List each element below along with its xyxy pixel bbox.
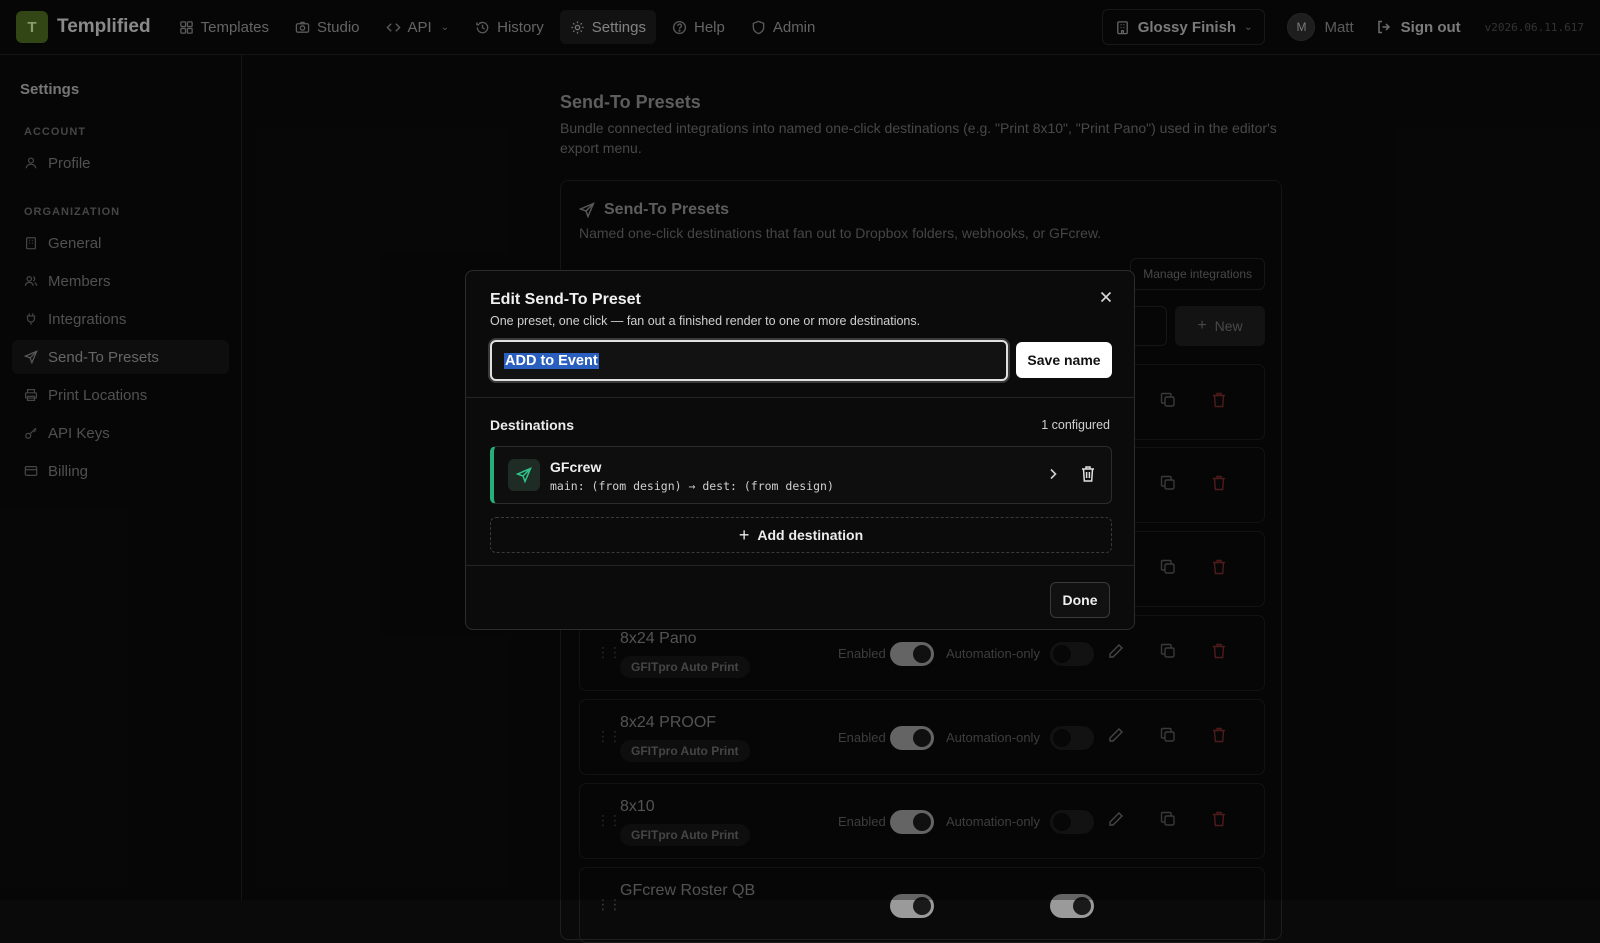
- trash-icon[interactable]: [1081, 465, 1095, 488]
- add-destination-label: Add destination: [757, 527, 864, 543]
- chevron-right-icon[interactable]: [1047, 467, 1059, 486]
- done-button[interactable]: Done: [1050, 582, 1110, 618]
- preset-name-input[interactable]: ADD to Event: [490, 340, 1008, 381]
- destinations-heading: Destinations: [490, 417, 575, 433]
- divider: [466, 397, 1134, 398]
- dialog-title: Edit Send-To Preset: [490, 291, 641, 308]
- destinations-count: 1 configured: [1041, 418, 1110, 432]
- save-name-button[interactable]: Save name: [1016, 342, 1112, 378]
- edit-preset-dialog: Edit Send-To Preset One preset, one clic…: [465, 270, 1135, 630]
- add-destination-button[interactable]: + Add destination: [490, 517, 1112, 553]
- plus-icon: +: [738, 524, 750, 545]
- send-icon: [508, 459, 540, 491]
- preset-name-value: ADD to Event: [504, 352, 599, 369]
- destination-name: GFcrew: [550, 459, 602, 475]
- dialog-subtitle: One preset, one click — fan out a finish…: [490, 314, 921, 328]
- divider: [466, 565, 1134, 566]
- close-icon[interactable]: [1096, 287, 1116, 307]
- destination-route: main: (from design) → dest: (from design…: [550, 479, 834, 493]
- destination-card-gfcrew[interactable]: GFcrew main: (from design) → dest: (from…: [490, 446, 1112, 504]
